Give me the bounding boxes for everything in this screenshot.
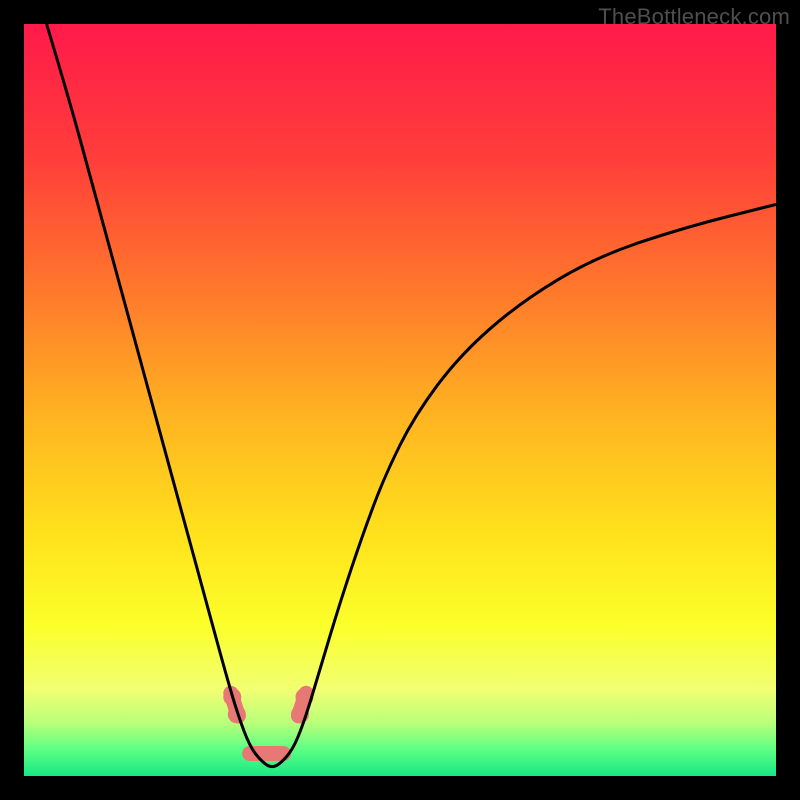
- bottleneck-chart: [24, 24, 776, 776]
- chart-frame: TheBottleneck.com: [0, 0, 800, 800]
- watermark-text: TheBottleneck.com: [598, 4, 790, 30]
- gradient-background: [24, 24, 776, 776]
- plot-area: [24, 24, 776, 776]
